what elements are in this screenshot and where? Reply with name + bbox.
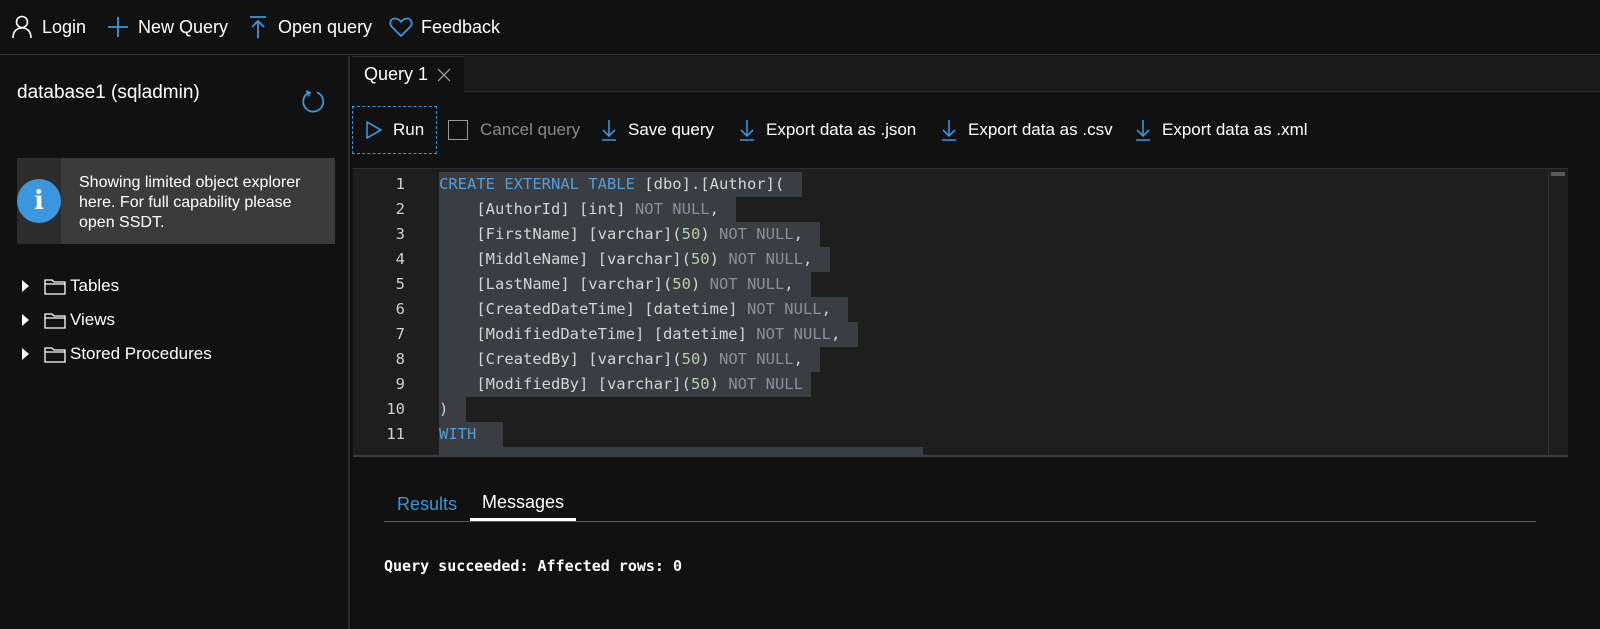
caret-right-icon[interactable]	[22, 280, 29, 292]
code-text: [MiddleName] [varchar](50) NOT NULL,	[439, 247, 830, 272]
code-text: CREATE EXTERNAL TABLE [dbo].[Author](	[439, 172, 802, 197]
code-line: 5 [LastName] [varchar](50) NOT NULL,	[353, 272, 1553, 297]
line-number: 1	[395, 175, 405, 193]
export-json-button[interactable]: Export data as .json	[738, 106, 916, 154]
play-icon	[365, 120, 383, 140]
line-number: 11	[386, 425, 405, 443]
download-icon	[600, 118, 618, 142]
code-text: [LastName] [varchar](50) NOT NULL,	[439, 272, 811, 297]
top-toolbar: Login New Query Open query Feedback	[0, 0, 1600, 55]
caret-right-icon[interactable]	[22, 348, 29, 360]
export-csv-button[interactable]: Export data as .csv	[940, 106, 1113, 154]
code-text: [AuthorId] [int] NOT NULL,	[439, 197, 737, 222]
refresh-icon[interactable]	[300, 88, 326, 114]
code-editor[interactable]: 1 CREATE EXTERNAL TABLE [dbo].[Author]( …	[353, 168, 1568, 456]
folder-icon	[44, 345, 66, 363]
tab-label: Query 1	[364, 64, 429, 84]
run-label: Run	[393, 120, 425, 139]
info-text: Showing limited object explorer here. Fo…	[79, 174, 301, 231]
open-query-label: Open query	[278, 16, 373, 37]
tree-item-label: Tables	[70, 276, 120, 295]
open-query-button[interactable]: Open query	[246, 10, 372, 44]
caret-right-icon[interactable]	[22, 314, 29, 326]
info-banner: i Showing limited object explorer here. …	[17, 158, 335, 244]
export-csv-label: Export data as .csv	[968, 120, 1113, 139]
code-text: [ModifiedDateTime] [datetime] NOT NULL,	[439, 322, 858, 347]
database-title: database1 (sqladmin)	[17, 82, 200, 103]
close-icon[interactable]	[437, 68, 451, 82]
code-line: 9 [ModifiedBy] [varchar](50) NOT NULL	[353, 372, 1553, 397]
folder-icon	[44, 311, 66, 329]
login-button[interactable]: Login	[10, 10, 86, 44]
tab-divider	[384, 521, 1536, 522]
code-line: 4 [MiddleName] [varchar](50) NOT NULL,	[353, 247, 1553, 272]
download-icon	[940, 118, 958, 142]
results-pane: Results Messages Query succeeded: Affect…	[352, 457, 1600, 629]
export-json-label: Export data as .json	[766, 120, 917, 139]
query-toolbar: Run Cancel query Save query Export data …	[352, 92, 1600, 168]
code-text: WITH	[439, 422, 503, 447]
scrollbar-thumb[interactable]	[1551, 172, 1565, 176]
line-number: 10	[386, 400, 405, 418]
new-query-button[interactable]: New Query	[106, 10, 228, 44]
line-number: 3	[395, 225, 405, 243]
code-text: [CreatedDateTime] [datetime] NOT NULL,	[439, 297, 849, 322]
line-number: 6	[395, 300, 405, 318]
download-icon	[1134, 118, 1152, 142]
cancel-query-button[interactable]: Cancel query	[448, 106, 580, 154]
tree-item-label: Stored Procedures	[70, 344, 212, 363]
code-line: 2 [AuthorId] [int] NOT NULL,	[353, 197, 1553, 222]
code-line: 3 [FirstName] [varchar](50) NOT NULL,	[353, 222, 1553, 247]
tab-results[interactable]: Results	[385, 487, 469, 521]
line-number: 5	[395, 275, 405, 293]
plus-icon	[106, 15, 130, 39]
tree-item-tables[interactable]: Tables	[20, 273, 119, 299]
folder-icon	[44, 277, 66, 295]
upload-icon	[246, 15, 270, 39]
info-icon: i	[17, 179, 61, 223]
tab-messages[interactable]: Messages	[470, 487, 576, 521]
object-explorer: database1 (sqladmin) i Showing limited o…	[0, 56, 350, 629]
code-line: 7 [ModifiedDateTime] [datetime] NOT NULL…	[353, 322, 1553, 347]
person-icon	[10, 15, 34, 39]
code-line: 11 WITH	[353, 422, 1553, 447]
code-line: 8 [CreatedBy] [varchar](50) NOT NULL,	[353, 347, 1553, 372]
code-line: 6 [CreatedDateTime] [datetime] NOT NULL,	[353, 297, 1553, 322]
query-message: Query succeeded: Affected rows: 0	[384, 557, 683, 575]
query-tab-strip: Query 1	[352, 56, 1600, 92]
code-text: )	[439, 397, 466, 422]
run-button[interactable]: Run	[352, 106, 437, 154]
export-xml-label: Export data as .xml	[1162, 120, 1308, 139]
line-number: 8	[395, 350, 405, 368]
code-text: [ModifiedBy] [varchar](50) NOT NULL	[439, 372, 811, 397]
code-text: [FirstName] [varchar](50) NOT NULL,	[439, 222, 821, 247]
save-query-label: Save query	[628, 120, 714, 139]
tree-item-stored-procedures[interactable]: Stored Procedures	[20, 341, 212, 367]
download-icon	[738, 118, 756, 142]
info-icon-cell: i	[17, 158, 61, 244]
export-xml-button[interactable]: Export data as .xml	[1134, 106, 1308, 154]
editor-scrollbar[interactable]	[1548, 172, 1566, 454]
line-number: 7	[395, 325, 405, 343]
line-number: 4	[395, 250, 405, 268]
feedback-label: Feedback	[421, 16, 501, 37]
tree-item-views[interactable]: Views	[20, 307, 115, 333]
line-number: 2	[395, 200, 405, 218]
code-line: 1 CREATE EXTERNAL TABLE [dbo].[Author](	[353, 172, 1553, 197]
code-line: 10 )	[353, 397, 1553, 422]
heart-icon	[389, 15, 413, 39]
save-query-button[interactable]: Save query	[600, 106, 714, 154]
code-text: [CreatedBy] [varchar](50) NOT NULL,	[439, 347, 821, 372]
feedback-button[interactable]: Feedback	[389, 10, 500, 44]
login-label: Login	[42, 16, 87, 37]
tab-query-1[interactable]: Query 1	[352, 56, 464, 92]
new-query-label: New Query	[138, 16, 229, 37]
line-number: 9	[395, 375, 405, 393]
tree-item-label: Views	[70, 310, 116, 329]
cancel-query-label: Cancel query	[480, 120, 581, 139]
stop-icon	[448, 120, 468, 140]
